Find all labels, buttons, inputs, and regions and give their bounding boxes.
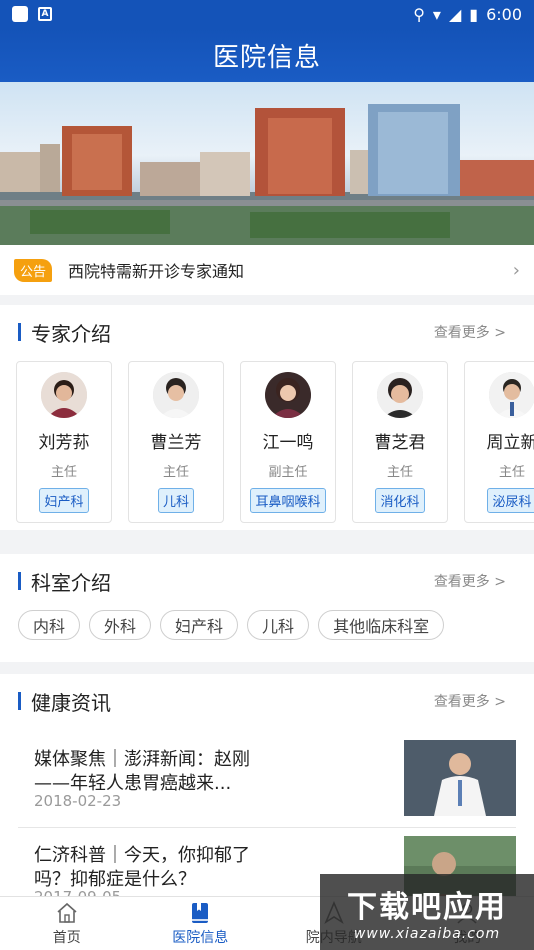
notification-icon (12, 6, 28, 22)
notice-badge: 公告 (14, 258, 53, 282)
department-chip[interactable]: 其他临床科室 (318, 610, 445, 640)
expert-card[interactable]: 江一鸣 副主任 耳鼻咽喉科 (240, 361, 336, 523)
expert-role: 副主任 (268, 465, 308, 480)
avatar (265, 372, 311, 418)
tab-hospital-info[interactable]: 医院信息 (134, 897, 268, 950)
avatar (377, 372, 423, 418)
department-chip[interactable]: 儿科 (247, 610, 310, 640)
section-accent-bar (18, 572, 21, 590)
expert-name: 曹芝君 (374, 433, 426, 453)
location-icon: ⚲ (413, 4, 425, 24)
department-section: 科室介绍 查看更多 > 内科 外科 妇产科 儿科 其他临床科室 (0, 554, 534, 662)
expert-dept-tag: 妇产科 (39, 488, 89, 513)
wifi-icon: ▾ (432, 4, 441, 24)
expert-card[interactable]: 刘芳荪 主任 妇产科 (16, 361, 112, 523)
expert-name: 曹兰芳 (150, 433, 202, 453)
hospital-buildings-image (0, 104, 534, 245)
expert-dept-tag: 泌尿科 (487, 488, 534, 513)
expert-card[interactable]: 曹芝君 主任 消化科 (352, 361, 448, 523)
news-date: 2018-02-23 (34, 792, 122, 810)
home-icon (57, 902, 77, 923)
news-section-header: 健康资讯 查看更多 > (0, 678, 534, 724)
expert-dept-tag: 耳鼻咽喉科 (250, 488, 326, 513)
news-more-link[interactable]: 查看更多 > (434, 691, 506, 711)
expert-card[interactable]: 曹兰芳 主任 儿科 (128, 361, 224, 523)
book-icon (192, 902, 209, 923)
watermark-url: www.xiazaiba.com (353, 926, 501, 942)
news-item[interactable]: 媒体聚焦｜澎湃新闻：赵刚——年轻人患胃癌越来... 2018-02-23 (18, 732, 516, 828)
watermark-logo: 下载吧应用 www.xiazaiba.com (320, 874, 534, 950)
expert-name: 江一鸣 (262, 433, 314, 453)
tab-label: 医院信息 (172, 929, 229, 946)
avatar (41, 372, 87, 418)
expert-section-header: 专家介绍 查看更多 > (0, 309, 534, 355)
department-chip-list: 内科 外科 妇产科 儿科 其他临床科室 (18, 610, 445, 640)
avatar (489, 372, 534, 418)
status-bar: A ⚲ ▾ ◢ ▮ 6:00 (0, 0, 534, 28)
department-chip[interactable]: 内科 (18, 610, 81, 640)
watermark-title: 下载吧应用 (347, 890, 507, 925)
expert-dept-tag: 消化科 (375, 488, 425, 513)
section-accent-bar (18, 692, 21, 710)
app-screen: A ⚲ ▾ ◢ ▮ 6:00 医院信息 公告 西院特需新开诊专家通知 › 专家介… (0, 0, 534, 950)
department-chip[interactable]: 妇产科 (160, 610, 239, 640)
notice-bar[interactable]: 公告 西院特需新开诊专家通知 › (0, 245, 534, 295)
expert-dept-tag: 儿科 (157, 488, 194, 513)
keyboard-icon: A (38, 7, 52, 21)
expert-section-title: 专家介绍 (31, 321, 111, 346)
news-headline: 媒体聚焦｜澎湃新闻：赵刚——年轻人患胃癌越来... (34, 749, 250, 794)
tab-label: 首页 (52, 929, 81, 946)
notice-text: 西院特需新开诊专家通知 (68, 262, 245, 281)
expert-role: 主任 (162, 465, 189, 480)
app-bar: 医院信息 (0, 28, 534, 82)
page-title: 医院信息 (212, 42, 321, 73)
battery-icon: ▮ (469, 4, 479, 24)
department-section-header: 科室介绍 查看更多 > (0, 558, 534, 604)
news-thumbnail (404, 740, 516, 816)
tab-home[interactable]: 首页 (0, 897, 134, 950)
expert-name: 周立新 (486, 433, 534, 453)
department-section-title: 科室介绍 (31, 570, 111, 595)
expert-role: 主任 (50, 465, 77, 480)
department-chip[interactable]: 外科 (89, 610, 152, 640)
hospital-banner[interactable] (0, 82, 534, 245)
department-more-link[interactable]: 查看更多 > (434, 571, 506, 591)
news-section-title: 健康资讯 (31, 690, 111, 715)
expert-section: 专家介绍 查看更多 > 刘芳荪 主任 妇产科 曹兰芳 主任 儿科 江一鸣 副主任… (0, 305, 534, 530)
section-accent-bar (18, 323, 21, 341)
signal-icon: ◢ (448, 4, 462, 24)
expert-card[interactable]: 周立新 主任 泌尿科 (464, 361, 534, 523)
expert-role: 主任 (498, 465, 525, 480)
news-section: 健康资讯 查看更多 > 媒体聚焦｜澎湃新闻：赵刚——年轻人患胃癌越来... 20… (0, 674, 534, 912)
expert-name: 刘芳荪 (38, 433, 90, 453)
news-headline: 仁济科普｜今天，你抑郁了吗？抑郁症是什么？ (34, 845, 250, 890)
avatar (153, 372, 199, 418)
expert-list: 刘芳荪 主任 妇产科 曹兰芳 主任 儿科 江一鸣 副主任 耳鼻咽喉科 曹芝君 主… (16, 361, 534, 525)
clock: 6:00 (486, 4, 522, 24)
expert-role: 主任 (386, 465, 413, 480)
expert-more-link[interactable]: 查看更多 > (434, 322, 506, 342)
chevron-right-icon: › (512, 259, 520, 281)
